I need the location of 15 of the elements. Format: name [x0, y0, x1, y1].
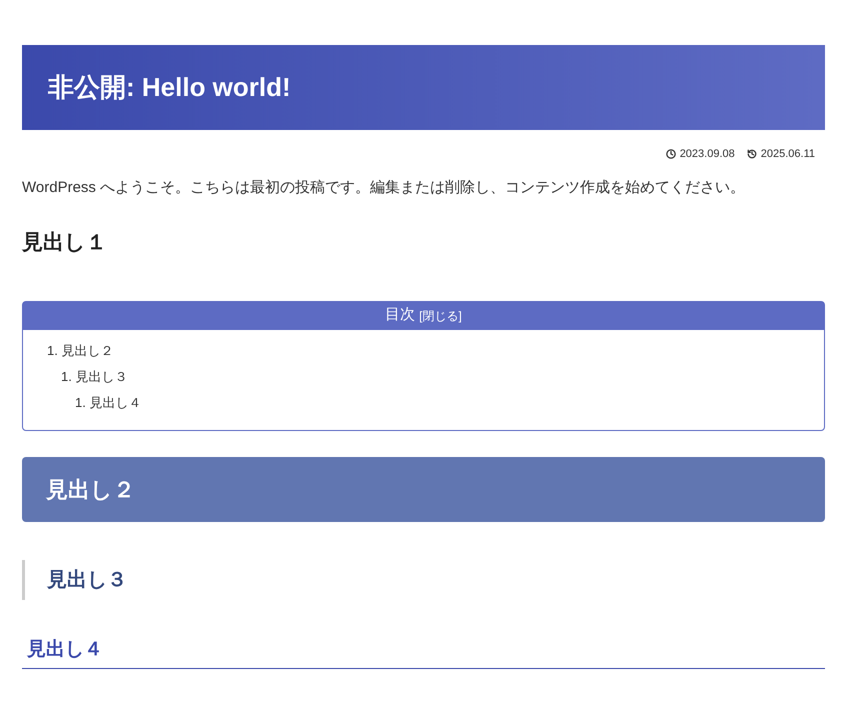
published-date: 2023.09.08 [680, 147, 735, 162]
toc-link[interactable]: 1. 見出し４ [75, 390, 142, 416]
heading: 見出し３ [47, 568, 127, 592]
post-title: 非公開: Hello world! [22, 45, 825, 130]
clock-icon [666, 149, 676, 160]
heading: 見出し１ [22, 230, 108, 256]
toc-link[interactable]: 1. 見出し２ [47, 338, 114, 364]
history-icon [746, 149, 757, 160]
heading-banner: 見出し２ [22, 456, 825, 522]
intro-paragraph: WordPress へようこそ。こちらは最初の投稿です。編集または削除し、コンテンツ作成を始めてください。 [22, 178, 746, 198]
heading-underlined: 見出し４ [22, 636, 825, 669]
updated-date: 2025.06.11 [760, 147, 815, 162]
toc-toggle-link[interactable]: [閉じる] [419, 306, 462, 324]
toc-title: 目次 [385, 305, 416, 326]
toc-link[interactable]: 1. 見出し３ [61, 364, 128, 390]
